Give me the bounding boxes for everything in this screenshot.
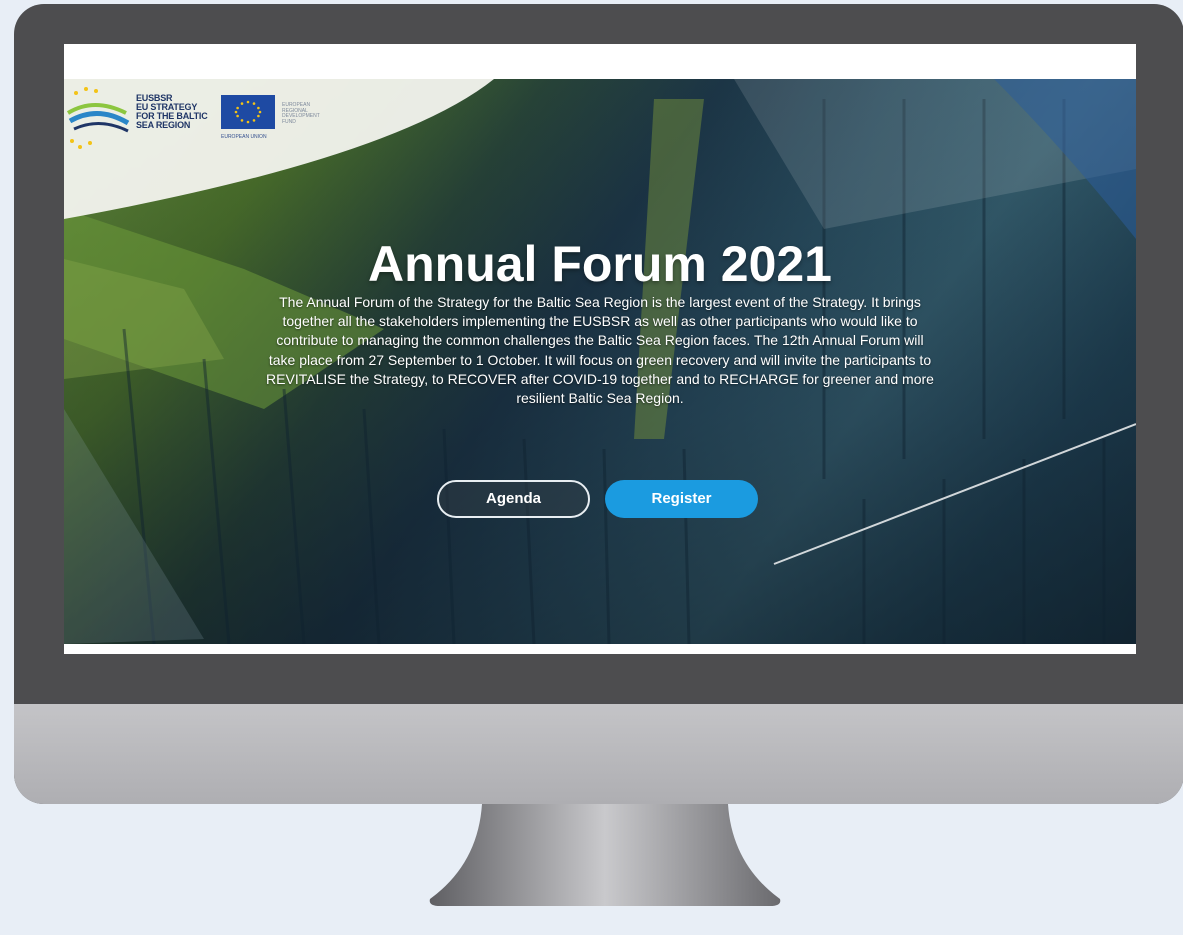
erdf-text: EUROPEAN REGIONAL DEVELOPMENT FUND — [282, 102, 320, 125]
eusbsr-logo-text: EUSBSR EU STRATEGY FOR THE BALTIC SEA RE… — [136, 94, 208, 130]
register-button[interactable]: Register — [605, 480, 758, 518]
partner-logos: EUSBSR EU STRATEGY FOR THE BALTIC SEA RE… — [64, 79, 364, 169]
monitor-chin — [14, 704, 1183, 804]
eu-flag-icon — [221, 95, 275, 129]
hero-description: The Annual Forum of the Strategy for the… — [266, 294, 934, 407]
browser-viewport: EUSBSR EU STRATEGY FOR THE BALTIC SEA RE… — [64, 44, 1136, 654]
hero-banner: EUSBSR EU STRATEGY FOR THE BALTIC SEA RE… — [64, 79, 1136, 644]
eusbsr-line: SEA REGION — [136, 120, 191, 130]
monitor-frame: EUSBSR EU STRATEGY FOR THE BALTIC SEA RE… — [14, 4, 1183, 804]
hero-title: Annual Forum 2021 — [368, 236, 832, 292]
eusbsr-logo-icon — [66, 87, 130, 149]
agenda-button[interactable]: Agenda — [437, 480, 590, 518]
eu-caption: EUROPEAN UNION — [221, 134, 267, 140]
erdf-line: FUND — [282, 118, 296, 125]
page-top-bar — [64, 44, 1136, 80]
monitor-stand — [429, 804, 781, 906]
